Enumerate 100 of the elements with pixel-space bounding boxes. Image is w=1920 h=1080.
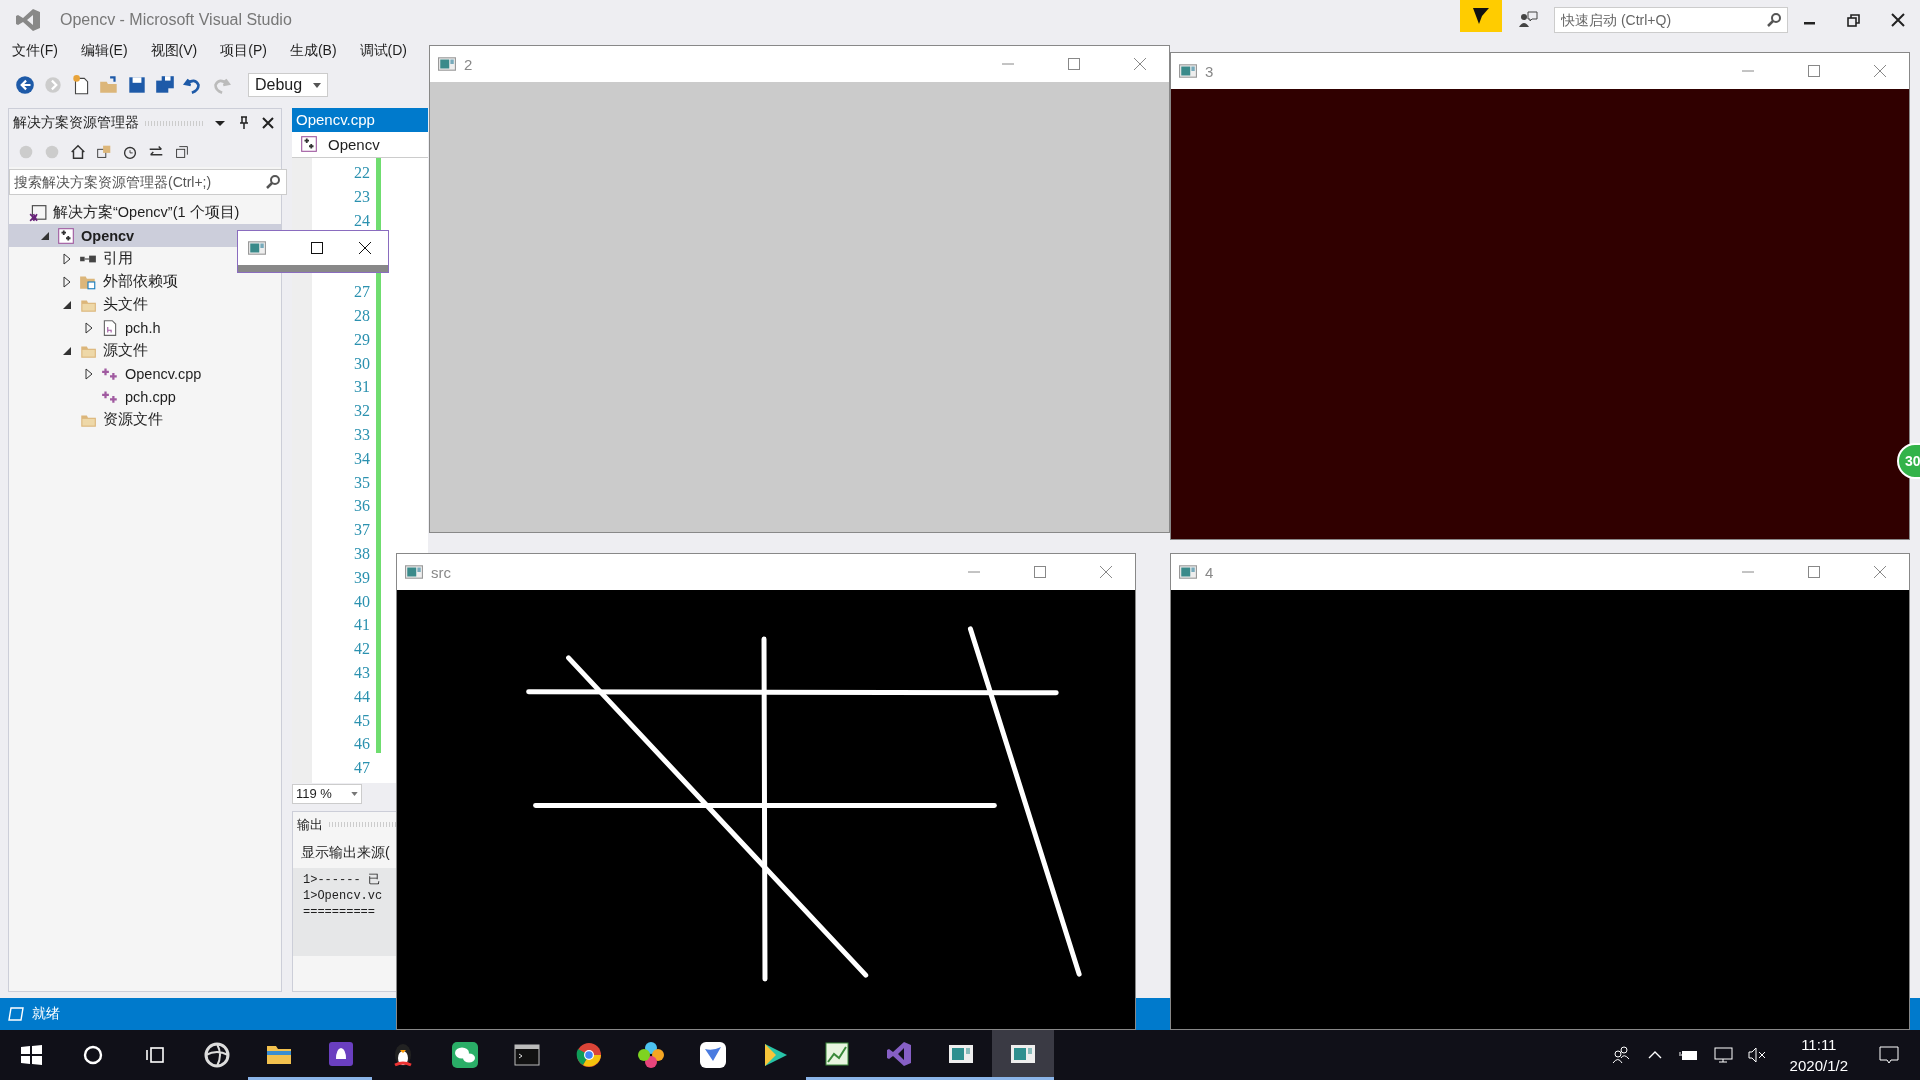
line-number: 36 bbox=[353, 497, 371, 517]
output-line: 1>------ 已 bbox=[303, 871, 381, 888]
window-title: 4 bbox=[1205, 563, 1214, 581]
scope-dropdown[interactable]: Opencv bbox=[292, 131, 428, 159]
output-line: 1>Opencv.vc bbox=[303, 887, 384, 904]
caret-icon bbox=[351, 791, 358, 796]
menu-item[interactable]: 项目(P) bbox=[220, 42, 278, 60]
line-number: 22 bbox=[353, 164, 371, 184]
solution-icon bbox=[29, 203, 47, 222]
sync-icon[interactable] bbox=[95, 143, 113, 161]
caret-icon bbox=[313, 82, 321, 88]
line-number: 39 bbox=[353, 568, 371, 588]
feather-icon bbox=[700, 1042, 726, 1068]
save-all-icon[interactable] bbox=[154, 74, 176, 96]
project-icon bbox=[57, 226, 75, 245]
line-number: 29 bbox=[353, 330, 371, 350]
window-icon bbox=[1179, 64, 1197, 78]
window-icon bbox=[248, 241, 266, 255]
line-number: 24 bbox=[353, 211, 371, 231]
status-icon bbox=[8, 1007, 24, 1021]
quick-launch-field[interactable]: 快速启动 (Ctrl+Q) bbox=[1554, 7, 1788, 33]
line-number: 47 bbox=[353, 759, 371, 779]
line-number: 45 bbox=[353, 711, 371, 731]
line-number: 30 bbox=[353, 354, 371, 374]
line-number: 43 bbox=[353, 664, 371, 683]
tree-item[interactable]: 头文件 bbox=[9, 293, 154, 316]
panel-title: 解决方案资源管理器 bbox=[13, 114, 139, 132]
tree-item[interactable]: pch.cpp bbox=[9, 385, 182, 408]
terminal-icon bbox=[514, 1044, 540, 1066]
filter-icon bbox=[1471, 6, 1491, 26]
window-title: Opencv - Microsoft Visual Studio bbox=[60, 11, 292, 29]
tree-item[interactable]: 外部依赖项 bbox=[9, 270, 184, 293]
menu-item[interactable]: 调试(D) bbox=[359, 42, 418, 60]
line-number: 31 bbox=[353, 378, 371, 398]
editor-tab[interactable]: Opencv.cpp bbox=[292, 108, 428, 132]
tree-item[interactable]: 引用 bbox=[9, 247, 139, 270]
line-number: 37 bbox=[353, 521, 371, 541]
filter-button[interactable] bbox=[1460, 0, 1502, 32]
notification-icon[interactable] bbox=[1878, 1044, 1900, 1066]
line-number: 28 bbox=[353, 307, 371, 327]
menu-item[interactable]: 文件(F) bbox=[12, 42, 69, 60]
tree-item[interactable]: 资源文件 bbox=[9, 408, 169, 431]
line-number: 35 bbox=[353, 473, 371, 493]
network-icon[interactable] bbox=[1711, 1044, 1734, 1066]
menu-item[interactable]: 生成(B) bbox=[289, 42, 348, 60]
maximize-icon[interactable] bbox=[308, 239, 326, 257]
folder-icon[interactable] bbox=[98, 74, 120, 96]
line-number: 34 bbox=[353, 449, 371, 469]
status-text: 就绪 bbox=[32, 1005, 60, 1023]
window-title: src bbox=[431, 563, 451, 581]
window-title: 2 bbox=[464, 55, 473, 73]
window-icon bbox=[1179, 565, 1197, 579]
line-number: 38 bbox=[353, 545, 371, 565]
line-number: 44 bbox=[353, 687, 371, 707]
configuration-dropdown[interactable]: Debug bbox=[248, 73, 328, 97]
collapse-icon[interactable] bbox=[173, 143, 191, 161]
folder-icon bbox=[267, 1045, 291, 1064]
zoom-dropdown[interactable]: 119 % bbox=[292, 783, 362, 804]
line-number: 32 bbox=[353, 402, 371, 422]
bell-icon bbox=[329, 1041, 353, 1066]
tree-item[interactable]: pch.h bbox=[9, 316, 167, 339]
line-number: 46 bbox=[353, 735, 371, 755]
save-icon[interactable] bbox=[126, 74, 148, 96]
window-icon bbox=[438, 57, 456, 71]
window-icon bbox=[1011, 1044, 1035, 1063]
project-icon bbox=[300, 135, 318, 154]
back-icon[interactable] bbox=[14, 74, 36, 96]
output-line: ========== bbox=[303, 903, 376, 920]
line-number: 27 bbox=[353, 283, 371, 303]
tree-item[interactable]: Opencv.cpp bbox=[9, 362, 208, 385]
line-number: 42 bbox=[353, 640, 371, 660]
petals-icon bbox=[638, 1042, 664, 1068]
search-field[interactable]: 搜索解决方案资源管理器(Ctrl+;) bbox=[9, 169, 287, 195]
clock-time[interactable]: 11:11 bbox=[1801, 1034, 1837, 1055]
clock-date[interactable]: 2020/1/2 bbox=[1789, 1055, 1848, 1076]
feedback-icon[interactable] bbox=[1518, 10, 1538, 30]
menu-item[interactable]: 编辑(E) bbox=[80, 42, 139, 60]
window-icon bbox=[949, 1044, 973, 1063]
line-number: 23 bbox=[353, 188, 371, 208]
line-number: 40 bbox=[353, 592, 371, 612]
penguin-icon bbox=[394, 1044, 412, 1067]
home-icon[interactable] bbox=[69, 143, 87, 161]
browser-icon bbox=[576, 1043, 601, 1067]
file-icon bbox=[101, 318, 119, 337]
line-number: 41 bbox=[353, 616, 371, 636]
tree-item[interactable]: 源文件 bbox=[9, 339, 154, 362]
visual-studio-icon bbox=[887, 1041, 911, 1066]
window-title: 3 bbox=[1205, 62, 1214, 80]
panel-title: 输出 bbox=[297, 815, 323, 834]
close-icon[interactable] bbox=[356, 239, 374, 257]
chart-icon bbox=[825, 1042, 849, 1065]
tree-item[interactable]: 解决方案“Opencv”(1 个项目) bbox=[9, 201, 246, 224]
visual-studio-logo-icon bbox=[14, 8, 42, 32]
play-icon bbox=[765, 1044, 787, 1066]
menu-item[interactable]: 视图(V) bbox=[150, 42, 209, 60]
window-icon bbox=[405, 565, 423, 579]
pinwheel-icon bbox=[204, 1042, 230, 1068]
chat-icon bbox=[452, 1042, 478, 1068]
line-number: 33 bbox=[353, 426, 371, 446]
taskbar-app[interactable] bbox=[992, 1030, 1054, 1080]
